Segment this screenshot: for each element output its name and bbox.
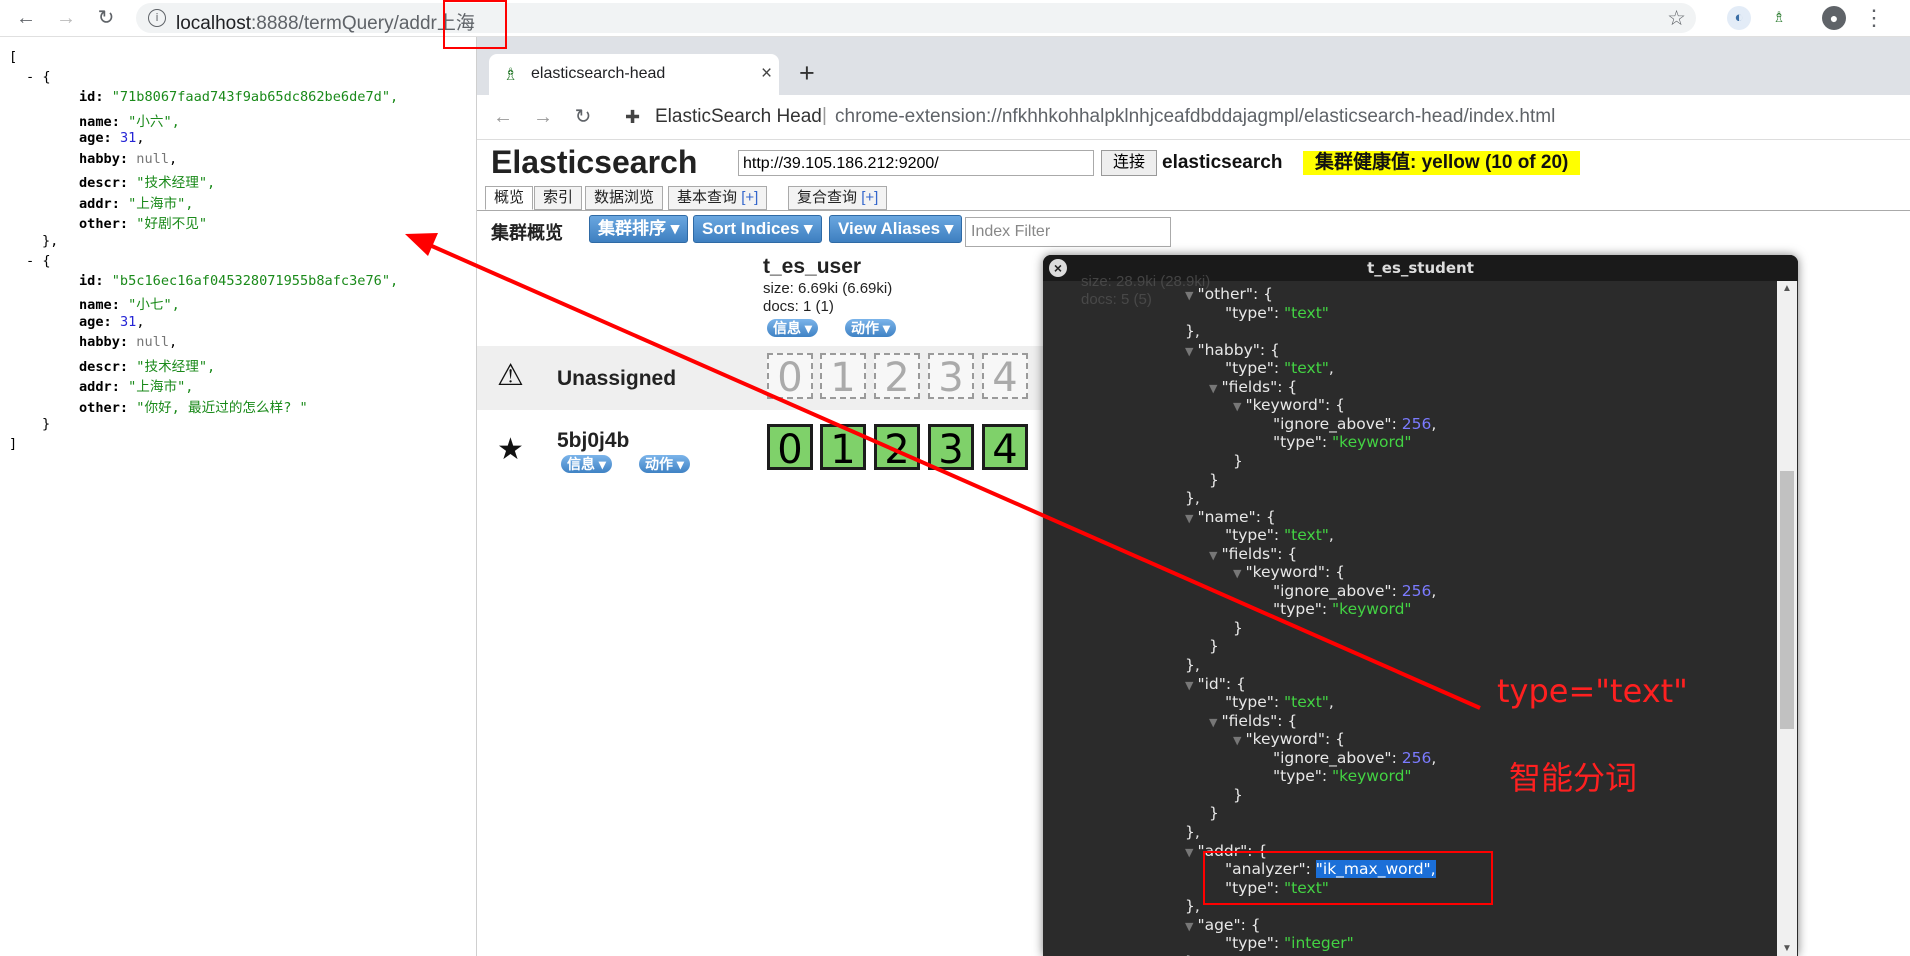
annotation-arrow	[405, 233, 1481, 710]
arrow-line	[424, 241, 1481, 710]
